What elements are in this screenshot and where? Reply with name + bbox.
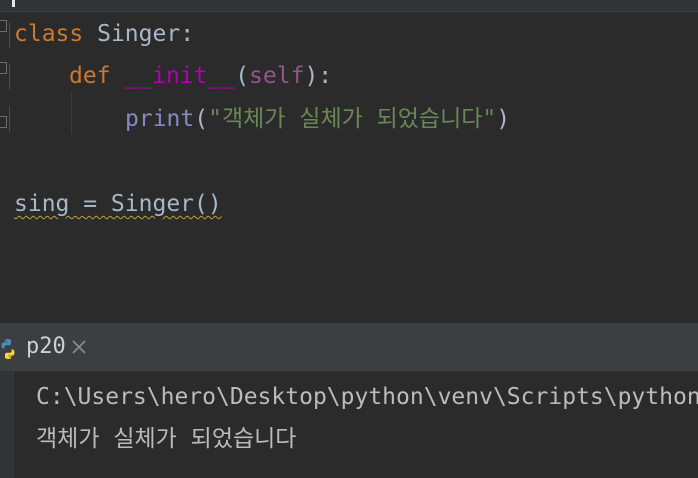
method-name: __init__ [124,63,236,89]
indent-guide [71,92,72,134]
open-paren: ( [194,106,209,132]
console-output-line: 객체가 실체가 되었습니다 [36,426,297,452]
keyword-def: def [69,63,111,89]
colon: : [180,21,195,47]
builtin-print: print [125,106,195,132]
run-tab-p20[interactable]: p20 [0,323,100,371]
text-caret [12,0,15,7]
console-gutter [0,372,14,478]
class-name: Singer [97,21,181,47]
code-line-print: print("객체가 실체가 되었습니다") [125,104,510,134]
code-editor[interactable]: class Singer: def __init__(self): print(… [0,0,698,285]
code-line-class: class Singer: [14,19,194,49]
close-paren: ): [304,63,333,89]
keyword-class: class [14,21,84,47]
run-console[interactable]: C:\Users\hero\Desktop\python\venv\Script… [0,372,698,478]
close-icon[interactable] [70,338,88,356]
code-line-instance: sing = Singer() [14,189,222,219]
panel-separator [0,285,698,323]
run-tab-label: p20 [26,334,66,359]
python-icon [1,339,15,359]
run-tool-header: p20 [0,323,698,372]
fold-marker-icon[interactable] [0,62,7,74]
instance-statement: sing = Singer() [14,191,222,217]
editor-top-strip [0,0,698,12]
console-command-line: C:\Users\hero\Desktop\python\venv\Script… [36,384,698,410]
string-literal: "객체가 실체가 되었습니다" [208,106,497,132]
close-paren: ) [496,106,511,132]
self-param: self [249,63,305,89]
open-paren: ( [235,63,250,89]
code-line-def: def __init__(self): [69,61,332,91]
fold-marker-icon[interactable] [0,116,7,128]
fold-marker-icon[interactable] [0,20,7,32]
